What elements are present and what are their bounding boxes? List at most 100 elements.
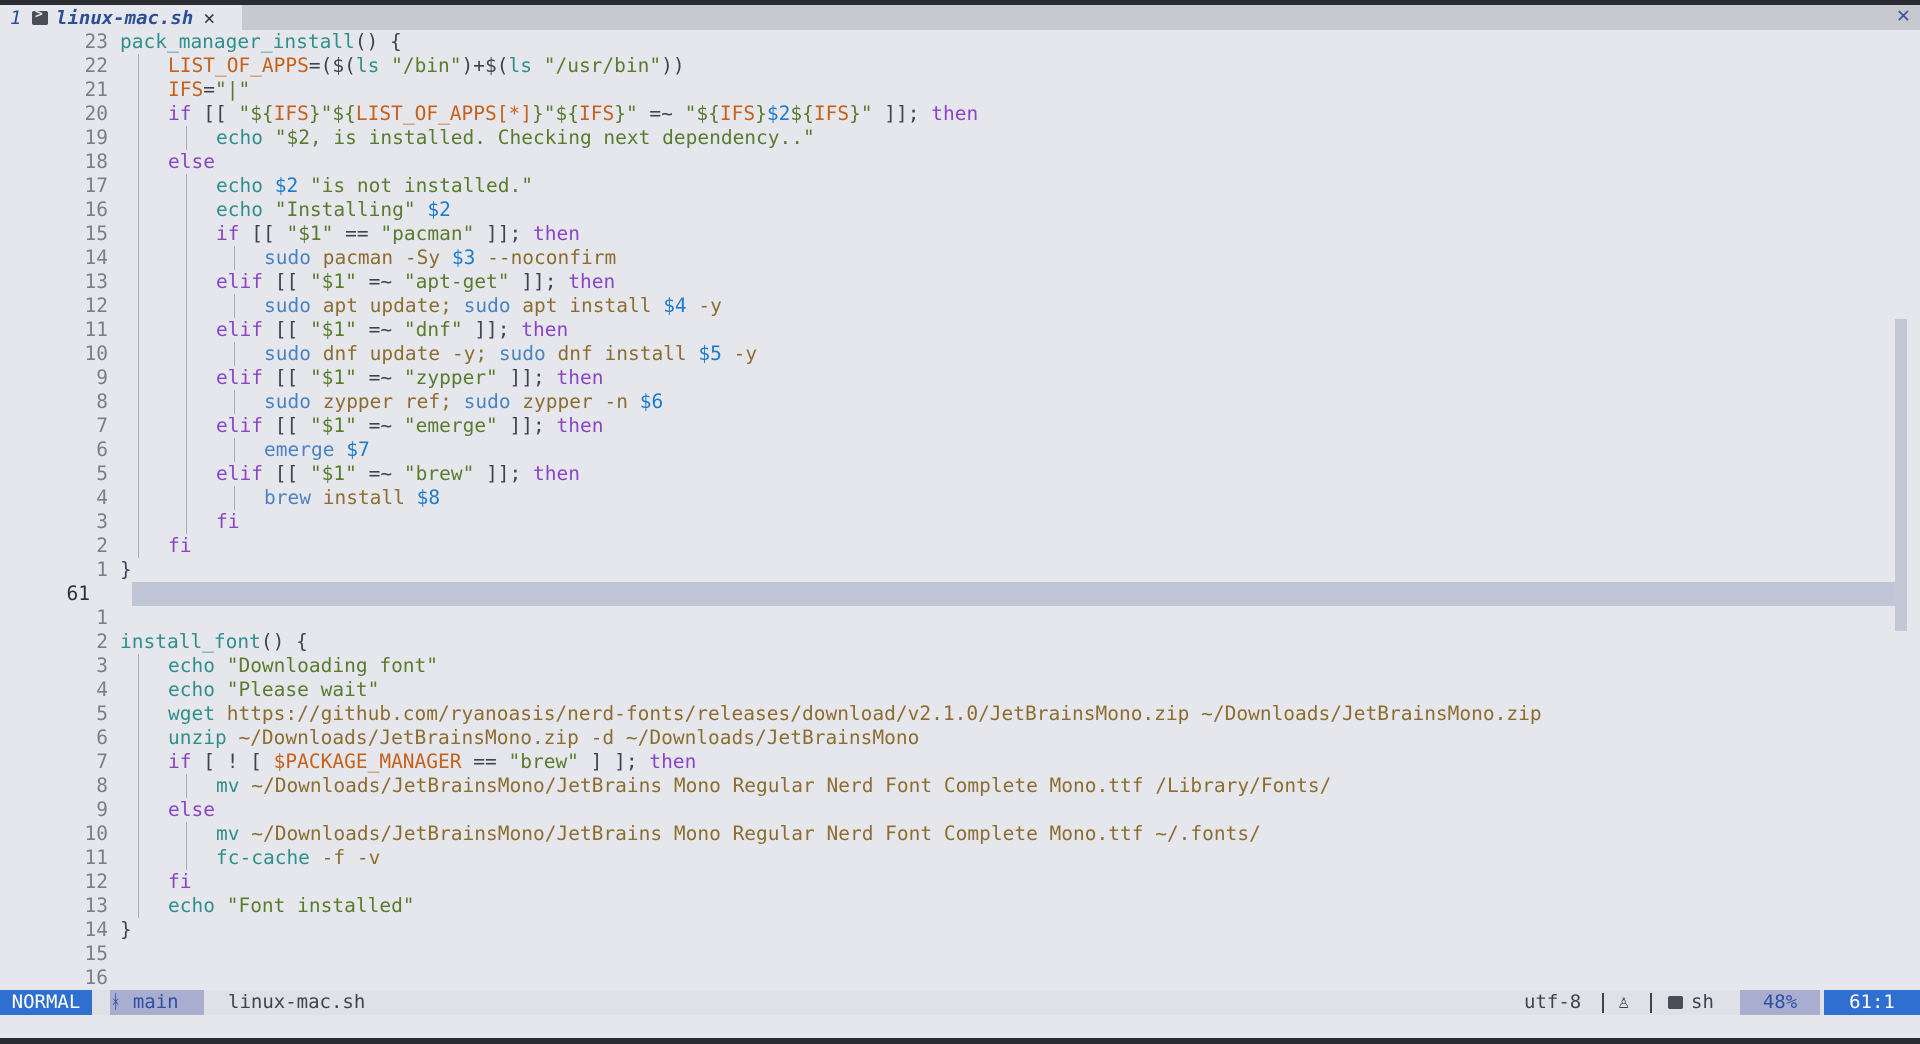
indent-guide — [138, 174, 139, 198]
code-line[interactable]: 6 unzip ~/Downloads/JetBrainsMono.zip -d … — [0, 726, 1895, 750]
line-number: 12 — [84, 294, 108, 317]
git-branch-icon: ᚼ — [110, 991, 133, 1013]
line-number: 16 — [84, 966, 108, 989]
code-line[interactable]: 12 sudo apt update; sudo apt install $4 -… — [0, 294, 1895, 318]
code-line[interactable]: 12 fi — [0, 870, 1895, 894]
code-token: fi — [168, 534, 192, 557]
code-line[interactable]: 11 elif [[ "$1" =~ "dnf" ]]; then — [0, 318, 1895, 342]
code-line[interactable]: 13 echo "Font installed" — [0, 894, 1895, 918]
code-line[interactable]: 16 — [0, 966, 1895, 990]
code-token: "apt-get" — [403, 270, 510, 293]
code-token: ${ — [790, 102, 814, 125]
code-line[interactable]: 9 elif [[ "$1" =~ "zypper" ]]; then — [0, 366, 1895, 390]
code-line[interactable]: 20 if [[ "${IFS}"${LIST_OF_APPS[*]}"${IFS… — [0, 102, 1895, 126]
code-token: [[ — [262, 270, 310, 293]
code-line[interactable]: 8 mv ~/Downloads/JetBrainsMono/JetBrains … — [0, 774, 1895, 798]
code-line[interactable]: 18 else — [0, 150, 1895, 174]
current-line[interactable] — [132, 582, 1895, 606]
cursor-position: 61:1 — [1824, 990, 1920, 1015]
indent-guide — [234, 438, 235, 462]
code-line[interactable]: 1 — [0, 606, 1895, 630]
code-line[interactable]: 21 IFS="|" — [0, 78, 1895, 102]
code-token: sudo — [463, 294, 511, 317]
code-line[interactable]: 14 sudo pacman -Sy $3 --noconfirm — [0, 246, 1895, 270]
code-text: sudo apt update; sudo apt install $4 -y — [264, 294, 722, 318]
indent-guide — [186, 822, 187, 846]
line-number: 22 — [84, 54, 108, 77]
indent-guide — [138, 702, 139, 726]
code-token: apt install — [510, 294, 664, 317]
code-token: IFS — [578, 102, 615, 125]
indent-guide — [186, 270, 187, 294]
code-token: $PACKAGE_MANAGER — [273, 750, 462, 773]
indent-guide — [186, 462, 187, 486]
indent-guide — [186, 294, 187, 318]
line-number: 7 — [96, 414, 108, 437]
tab-number: 1 — [10, 6, 22, 29]
scrollbar-thumb[interactable] — [1895, 319, 1907, 631]
code-line[interactable]: 10 mv ~/Downloads/JetBrainsMono/JetBrains… — [0, 822, 1895, 846]
code-token: "Downloading font" — [214, 654, 439, 677]
code-line[interactable]: 16 echo "Installing" $2 — [0, 198, 1895, 222]
code-line[interactable]: 3 fi — [0, 510, 1895, 534]
code-line[interactable]: 4 brew install $8 — [0, 486, 1895, 510]
code-line[interactable]: 1} — [0, 558, 1895, 582]
code-line[interactable]: 7 elif [[ "$1" =~ "emerge" ]]; then — [0, 414, 1895, 438]
code-line[interactable]: 7 if [ ! [ $PACKAGE_MANAGER == "brew" ] ]… — [0, 750, 1895, 774]
code-line[interactable]: 4 echo "Please wait" — [0, 678, 1895, 702]
code-line[interactable]: 23 pack_manager_install() { — [0, 30, 1895, 54]
code-line[interactable]: 15 if [[ "$1" == "pacman" ]]; then — [0, 222, 1895, 246]
indent-guide — [138, 510, 139, 534]
code-token: then — [533, 462, 580, 485]
line-number: 4 — [96, 486, 108, 509]
indent-guide — [138, 414, 139, 438]
mode-indicator: NORMAL — [0, 990, 92, 1015]
indent-guide — [186, 222, 187, 246]
code-token: "Installing" — [262, 198, 416, 221]
code-text: echo "Installing" $2 — [216, 198, 451, 222]
code-token: }"${ — [308, 102, 356, 125]
code-token: sudo — [264, 294, 311, 317]
tab-close-icon[interactable]: × — [203, 6, 215, 30]
indent-guide — [138, 774, 139, 798]
code-token: }" — [614, 102, 638, 125]
indent-guide — [138, 150, 139, 174]
code-token: "$1" — [309, 318, 357, 341]
code-token: IFS — [273, 102, 309, 125]
code-line[interactable]: 3 echo "Downloading font" — [0, 654, 1895, 678]
code-line[interactable]: 11 fc-cache -f -v — [0, 846, 1895, 870]
code-token: ~/Downloads/JetBrainsMono/JetBrains Mono… — [239, 774, 1332, 797]
indent-guide — [234, 486, 235, 510]
code-line[interactable]: 17 echo $2 "is not installed." — [0, 174, 1895, 198]
indent-guide — [138, 870, 139, 894]
code-line[interactable]: 19 echo "$2, is installed. Checking next … — [0, 126, 1895, 150]
code-line[interactable]: 9 else — [0, 798, 1895, 822]
statusline: NORMAL ᚼ main linux-mac.sh utf-8 ♙ sh 48… — [0, 990, 1920, 1015]
code-line[interactable]: 8 sudo zypper ref; sudo zypper -n $6 — [0, 390, 1895, 414]
code-token: then — [649, 750, 697, 773]
code-text: elif [[ "$1" =~ "zypper" ]]; then — [216, 366, 603, 390]
code-token: sudo — [264, 390, 311, 413]
code-token: ]]; — [509, 270, 569, 293]
editor-buffer[interactable]: 23 pack_manager_install() {22 LIST_OF_APPS… — [0, 30, 1920, 990]
indent-guide — [234, 246, 235, 270]
code-line[interactable]: 5 elif [[ "$1" =~ "brew" ]]; then — [0, 462, 1895, 486]
line-number: 10 — [84, 342, 108, 365]
code-line[interactable]: 5 wget https://github.com/ryanoasis/nerd-… — [0, 702, 1895, 726]
indent-guide — [186, 126, 187, 150]
tab-linux-mac[interactable]: 1 linux-mac.sh × — [0, 5, 242, 30]
window-close-icon[interactable]: ✕ — [1897, 3, 1910, 28]
code-token: if — [216, 222, 240, 245]
code-line[interactable]: 6 emerge $7 — [0, 438, 1895, 462]
code-line[interactable]: 2 fi — [0, 534, 1895, 558]
code-token: =~ — [356, 270, 404, 293]
terminal-file-icon — [32, 7, 48, 25]
code-line[interactable]: 13 elif [[ "$1" =~ "apt-get" ]]; then — [0, 270, 1895, 294]
code-line[interactable]: 14} — [0, 918, 1895, 942]
code-line[interactable]: 2 install_font() { — [0, 630, 1895, 654]
code-line[interactable]: 15 — [0, 942, 1895, 966]
code-line[interactable]: 10 sudo dnf update -y; sudo dnf install $… — [0, 342, 1895, 366]
code-token: "zypper" — [403, 366, 498, 389]
code-token: "/bin" — [379, 54, 462, 77]
code-line[interactable]: 22 LIST_OF_APPS=($(ls "/bin")+$(ls "/usr/… — [0, 54, 1895, 78]
